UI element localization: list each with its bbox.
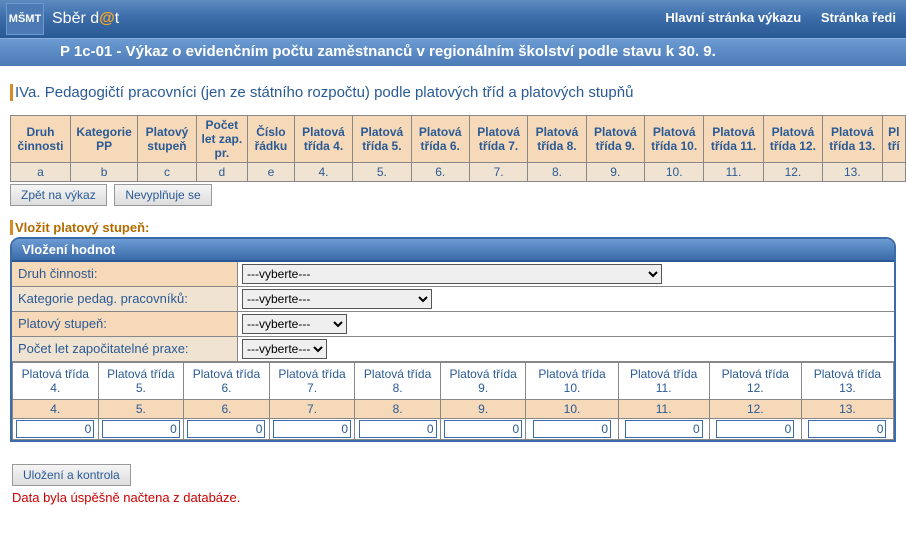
class-value-input[interactable] [533,420,611,438]
label-druh: Druh činnosti: [12,262,238,286]
brand-at: @ [99,10,115,27]
col-header: Platová třída 10. [644,116,703,163]
nofill-button[interactable]: Nevyplňuje se [114,184,211,206]
class-number-row: 4.5.6.7.8.9.10.11.12.13. [13,400,894,419]
link-stranka-reditele[interactable]: Stránka ředi [821,10,896,25]
col-letter: b [70,163,137,182]
class-value-input[interactable] [359,420,437,438]
col-header: Počet let zap. pr. [196,116,247,163]
class-col-number: 11. [618,400,709,419]
class-col-header: Platová třída 6. [184,363,270,400]
col-letter: 8. [528,163,586,182]
brand-suffix: t [115,10,119,27]
col-letter: 10. [644,163,703,182]
class-col-header: Platová třída 12. [709,363,801,400]
class-value-input[interactable] [187,420,265,438]
class-col-number: 6. [184,400,270,419]
save-button[interactable]: Uložení a kontrola [12,464,131,486]
col-header: Kategorie PP [70,116,137,163]
button-bar: Zpět na výkaz Nevyplňuje se [10,184,906,206]
col-letter: 12. [763,163,822,182]
col-letter: 4. [294,163,352,182]
table-letter-row: abcde4.5.6.7.8.9.10.11.12.13. [11,163,906,182]
link-hlavni-stranka[interactable]: Hlavní stránka výkazu [665,10,801,25]
col-header: Druh činnosti [11,116,71,163]
panel-title: Vložení hodnot [12,239,894,262]
col-letter: 9. [586,163,644,182]
class-col-header: Platová třída 9. [440,363,526,400]
class-input-table: Platová třída 4.Platová třída 5.Platová … [12,362,894,440]
col-header: Platová třída 12. [763,116,822,163]
class-value-input[interactable] [444,420,522,438]
col-header: Platová třída 7. [469,116,527,163]
class-col-header: Platová třída 7. [269,363,355,400]
col-letter: 5. [353,163,411,182]
col-header: Platový stupeň [138,116,196,163]
class-value-input[interactable] [273,420,351,438]
select-platovy-stupen[interactable]: ---vyberte--- [242,314,347,334]
row-druh-cinnosti: Druh činnosti: ---vyberte--- [12,262,894,287]
brand-prefix: Sběr d [52,10,99,27]
class-value-input[interactable] [102,420,180,438]
col-letter: d [196,163,247,182]
page-subtitle: P 1c-01 - Výkaz o evidenčním počtu zaměs… [0,38,906,66]
brand: Sběr d@t [52,10,119,28]
col-header: Platová třída 5. [353,116,411,163]
class-col-number: 10. [526,400,618,419]
section-title: IVa. Pedagogičtí pracovníci (jen ze stát… [10,84,906,101]
col-header: Pl tří [882,116,905,163]
col-header: Platová třída 9. [586,116,644,163]
row-praxe: Počet let započitatelné praxe: ---vybert… [12,337,894,362]
class-input-row [13,419,894,440]
class-col-number: 4. [13,400,99,419]
class-col-number: 12. [709,400,801,419]
col-letter: 11. [704,163,763,182]
class-col-number: 8. [355,400,441,419]
col-header: Číslo řádku [248,116,295,163]
col-letter: 7. [469,163,527,182]
insert-panel: Vložení hodnot Druh činnosti: ---vyberte… [10,237,896,442]
class-col-header: Platová třída 5. [98,363,184,400]
class-header-row: Platová třída 4.Platová třída 5.Platová … [13,363,894,400]
select-druh-cinnosti[interactable]: ---vyberte--- [242,264,662,284]
top-links: Hlavní stránka výkazu Stránka ředi [649,10,896,25]
label-kategorie: Kategorie pedag. pracovníků: [12,287,238,311]
col-letter: e [248,163,295,182]
class-col-header: Platová třída 13. [801,363,893,400]
row-platovy-stupen: Platový stupeň: ---vyberte--- [12,312,894,337]
select-kategorie[interactable]: ---vyberte--- [242,289,432,309]
status-message: Data byla úspěšně načtena z databáze. [12,490,906,505]
select-praxe[interactable]: ---vyberte--- [242,339,327,359]
col-header: Platová třída 4. [294,116,352,163]
class-col-number: 5. [98,400,184,419]
class-value-input[interactable] [808,420,886,438]
class-col-header: Platová třída 4. [13,363,99,400]
label-praxe: Počet let započitatelné praxe: [12,337,238,361]
class-col-header: Platová třída 11. [618,363,709,400]
col-header: Platová třída 11. [704,116,763,163]
class-col-number: 13. [801,400,893,419]
logo: MŠMT [6,3,44,35]
col-letter: 6. [411,163,469,182]
columns-table: Druh činnostiKategorie PPPlatový stupeňP… [10,115,906,182]
back-button[interactable]: Zpět na výkaz [10,184,107,206]
table-header-row: Druh činnostiKategorie PPPlatový stupeňP… [11,116,906,163]
class-value-input[interactable] [625,420,703,438]
col-letter: c [138,163,196,182]
class-col-number: 7. [269,400,355,419]
class-value-input[interactable] [16,420,94,438]
insert-title: Vložit platový stupeň: [10,220,906,235]
class-col-number: 9. [440,400,526,419]
col-letter: a [11,163,71,182]
top-bar: MŠMT Sběr d@t Hlavní stránka výkazu Strá… [0,0,906,38]
col-header: Platová třída 8. [528,116,586,163]
col-header: Platová třída 6. [411,116,469,163]
col-header: Platová třída 13. [823,116,882,163]
col-letter: 13. [823,163,882,182]
class-value-input[interactable] [716,420,794,438]
row-kategorie: Kategorie pedag. pracovníků: ---vyberte-… [12,287,894,312]
class-col-header: Platová třída 8. [355,363,441,400]
label-stupen: Platový stupeň: [12,312,238,336]
class-col-header: Platová třída 10. [526,363,618,400]
